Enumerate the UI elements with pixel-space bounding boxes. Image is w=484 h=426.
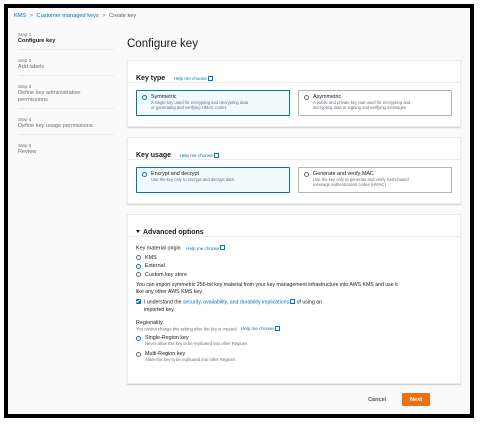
key-type-title: Key type	[136, 75, 166, 82]
next-button[interactable]: Next	[402, 393, 430, 406]
breadcrumb-create-key: Create key	[109, 13, 137, 19]
cancel-button[interactable]: Cancel	[368, 397, 386, 403]
step-label: Review	[18, 149, 37, 155]
checkbox-checked-icon[interactable]	[136, 299, 141, 305]
step-define-usage-permissions[interactable]: Step 4 Define key usage permissions	[18, 117, 114, 135]
key-material-origin-text: Key material origin	[136, 245, 181, 252]
origin-option-label: Custom key store	[145, 271, 187, 278]
ack-prefix: I understand the	[144, 299, 183, 306]
import-info-line: like any other AWS KMS key.	[136, 289, 203, 295]
external-link-icon	[274, 325, 280, 331]
regionality-sub-text: You cannot change this setting after the…	[136, 326, 238, 331]
region-option-desc: Never allow this key to be replicated in…	[145, 341, 248, 346]
breadcrumb: KMS > Customer managed keys > Create key	[14, 13, 136, 19]
wizard-steps: Step 1 Configure key Step 2 Add labels S…	[18, 32, 114, 164]
external-link-icon	[220, 245, 226, 250]
breadcrumb-separator: >	[29, 13, 33, 19]
region-single-option[interactable]: Single-Region key Never allow this key t…	[136, 335, 452, 349]
key-type-asymmetric-tile[interactable]: Asymmetric A public and private key pair…	[298, 90, 452, 116]
tile-description: message authentication codes (HMAC)	[313, 182, 386, 187]
step-label: Add labels	[18, 64, 45, 70]
advanced-options-panel: Advanced options Key material origin Hel…	[127, 214, 461, 384]
step-label: Configure key	[18, 38, 56, 44]
region-option-desc: Allow this key to be replicated into oth…	[145, 357, 236, 362]
import-info-line: You can import symmetric 256-bit key mat…	[136, 282, 398, 288]
help-link-text: Help me choose	[186, 245, 220, 251]
external-link-icon	[213, 152, 219, 158]
tile-description: decrypting data or signing and verifying…	[313, 105, 407, 110]
advanced-options-title: Advanced options	[143, 229, 204, 236]
step-divider	[18, 75, 114, 76]
key-usage-title: Key usage	[136, 152, 172, 159]
key-usage-options: Encrypt and decrypt Use the key only to …	[128, 160, 460, 201]
regionality-section: Regionality You cannot change this setti…	[136, 320, 452, 331]
step-review[interactable]: Step 5 Review	[18, 143, 114, 156]
key-usage-generate-verify-mac-tile[interactable]: Generate and verify MAC Use the key only…	[298, 167, 452, 193]
breadcrumb-kms[interactable]: KMS	[14, 13, 26, 19]
key-type-symmetric-tile[interactable]: Symmetric A single key used for encrypti…	[136, 90, 290, 116]
regionality-sublabel: You cannot change this setting after the…	[136, 325, 452, 331]
help-link-text: Help me choose	[179, 153, 213, 158]
radio-unselected-icon[interactable]	[136, 255, 141, 260]
ack-line2: imported key.	[144, 306, 175, 313]
key-usage-header: Key usage Help me choose	[128, 138, 460, 160]
origin-custom-key-store-option[interactable]: Custom key store	[136, 271, 452, 280]
step-configure-key: Step 1 Configure key	[18, 32, 114, 50]
advanced-options-header[interactable]: Advanced options	[128, 215, 460, 237]
radio-unselected-icon[interactable]	[136, 272, 141, 277]
radio-selected-icon[interactable]	[136, 336, 141, 341]
radio-selected-icon[interactable]	[142, 95, 147, 100]
origin-option-label: KMS	[145, 254, 157, 261]
acknowledge-checkbox-row[interactable]: I understand the security, availability,…	[136, 299, 452, 314]
key-usage-encrypt-decrypt-tile[interactable]: Encrypt and decrypt Use the key only to …	[136, 167, 290, 193]
key-material-help-link[interactable]: Help me choose	[186, 245, 226, 251]
tile-description: or generating and verifying HMAC codes	[151, 105, 227, 110]
radio-selected-icon[interactable]	[142, 172, 147, 177]
step-add-labels[interactable]: Step 2 Add labels	[18, 58, 114, 76]
breadcrumb-customer-managed-keys[interactable]: Customer managed keys	[37, 13, 99, 19]
step-divider	[18, 134, 114, 135]
tile-description: Use the key only to encrypt and decrypt …	[151, 177, 236, 182]
implications-link[interactable]: security, availability, and durability i…	[183, 300, 289, 306]
key-usage-panel: Key usage Help me choose Encrypt and dec…	[127, 137, 461, 204]
advanced-options-body: Key material origin Help me choose KMS E…	[128, 237, 460, 365]
key-usage-help-link[interactable]: Help me choose	[179, 152, 219, 158]
step-divider	[18, 108, 114, 109]
key-material-origin-label: Key material origin Help me choose	[136, 245, 452, 252]
radio-selected-icon[interactable]	[136, 263, 141, 269]
key-type-header: Key type Help me choose	[128, 61, 460, 83]
step-label: Define key usage permissions	[18, 123, 93, 129]
origin-external-option[interactable]: External	[136, 262, 452, 271]
step-label: Define key administrative permissions	[18, 90, 81, 103]
step-define-admin-permissions[interactable]: Step 3 Define key administrative permiss…	[18, 84, 114, 109]
key-type-panel: Key type Help me choose Symmetric A sing…	[127, 60, 461, 127]
key-type-help-link[interactable]: Help me choose	[173, 75, 213, 81]
origin-kms-option[interactable]: KMS	[136, 254, 452, 263]
ack-suffix: of using an	[295, 299, 322, 306]
app-frame: KMS > Customer managed keys > Create key…	[4, 4, 474, 418]
help-link-text: Help me choose	[173, 76, 207, 81]
help-link-text: Help me choose	[240, 326, 274, 331]
region-multi-option[interactable]: Multi-Region key Allow this key to be re…	[136, 351, 452, 365]
radio-unselected-icon[interactable]	[136, 352, 141, 357]
breadcrumb-separator: >	[102, 13, 106, 19]
radio-unselected-icon[interactable]	[304, 95, 309, 100]
key-type-options: Symmetric A single key used for encrypti…	[128, 83, 460, 124]
regionality-help-link[interactable]: Help me choose	[240, 325, 280, 331]
radio-unselected-icon[interactable]	[304, 172, 309, 177]
page-title: Configure key	[127, 38, 198, 50]
caret-down-icon[interactable]	[136, 230, 140, 233]
import-info-text: You can import symmetric 256-bit key mat…	[136, 282, 452, 296]
external-link-icon	[207, 75, 213, 81]
step-divider	[18, 49, 114, 50]
origin-option-label: External	[145, 263, 165, 269]
